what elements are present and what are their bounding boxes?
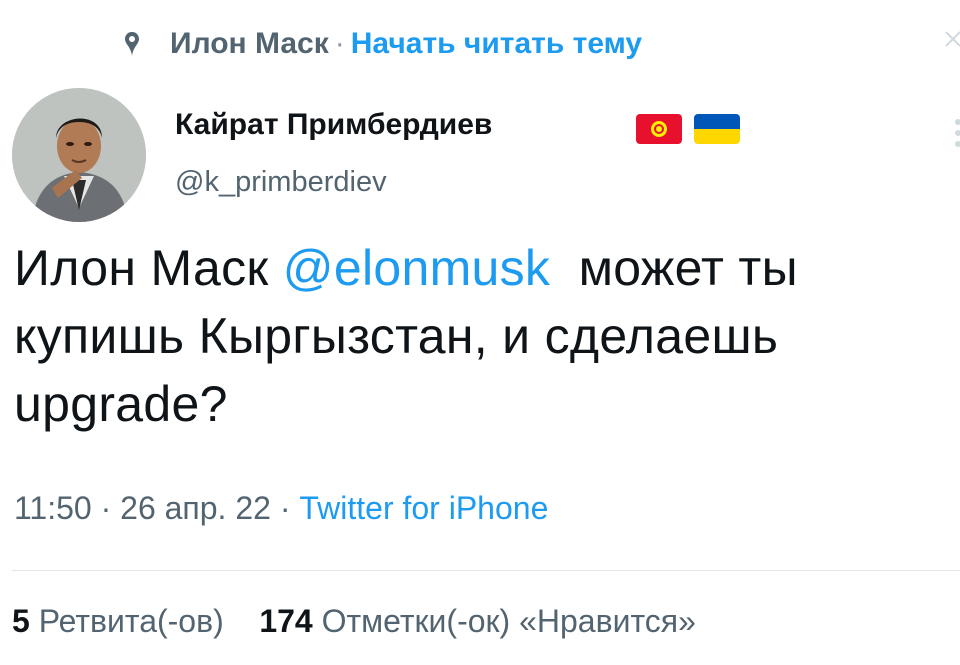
divider [12, 570, 960, 571]
author-display-name[interactable]: Кайрат Примбердиев [175, 108, 492, 142]
likes-label: Отметки(-ок) «Нравится» [321, 603, 696, 639]
topic-pin-icon [122, 30, 142, 58]
likes-stat[interactable]: 174 Отметки(-ок) «Нравится» [259, 603, 696, 639]
topic-header: Илон Маск · Начать читать тему [122, 22, 642, 66]
avatar[interactable] [12, 88, 146, 222]
more-options-icon[interactable] [952, 118, 960, 148]
tweet-source-link[interactable]: Twitter for iPhone [299, 490, 548, 526]
author-handle[interactable]: @k_primberdiev [175, 166, 387, 199]
retweets-stat[interactable]: 5 Ретвита(-ов) [12, 603, 224, 639]
close-icon[interactable] [942, 22, 960, 62]
topic-name[interactable]: Илон Маск [170, 27, 329, 61]
tweet-meta: 11:50 · 26 апр. 22 · Twitter for iPhone [14, 490, 548, 527]
tweet-date[interactable]: 26 апр. 22 [120, 490, 271, 526]
meta-separator: · [270, 490, 300, 526]
retweets-count: 5 [12, 603, 30, 639]
mention-link[interactable]: @elonmusk [283, 240, 550, 296]
tweet-text: Илон Маск @elonmusk может ты купишь Кырг… [14, 234, 954, 438]
tweet-text-part: Илон Маск [14, 240, 283, 296]
ukraine-flag-icon [694, 114, 740, 144]
kyrgyzstan-flag-icon [636, 114, 682, 144]
retweets-label: Ретвита(-ов) [38, 603, 224, 639]
meta-separator: · [91, 490, 121, 526]
topic-separator: · [334, 27, 345, 60]
author-flags [636, 114, 740, 144]
likes-count: 174 [259, 603, 313, 639]
follow-topic-link[interactable]: Начать читать тему [351, 27, 642, 61]
tweet-stats: 5 Ретвита(-ов) 174 Отметки(-ок) «Нравитс… [12, 603, 696, 640]
tweet-time[interactable]: 11:50 [14, 490, 92, 526]
